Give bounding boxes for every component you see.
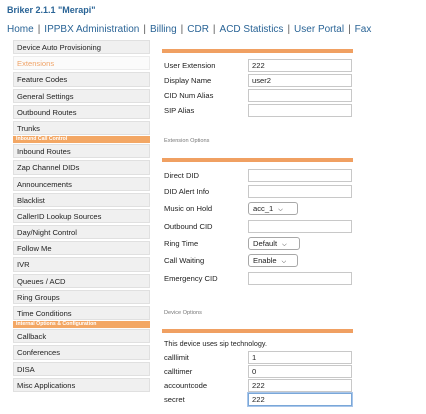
direct-did-input[interactable] xyxy=(248,169,352,182)
calltimer-row: calltimer 0 xyxy=(162,365,362,379)
extension-options-title: Extension Options xyxy=(164,138,210,144)
nav-separator: | xyxy=(37,24,41,35)
sidebar-item-queues-acd[interactable]: Queues / ACD xyxy=(13,273,150,288)
accountcode-input[interactable]: 222 xyxy=(248,379,352,392)
did-alert-info-row: DID Alert Info xyxy=(162,185,362,199)
nav-separator: | xyxy=(287,24,291,35)
section-divider xyxy=(162,329,353,333)
chevron-down-icon: ⌵ xyxy=(281,259,287,265)
sidebar-section-header: Internal Options & Configuration xyxy=(13,321,150,329)
ring-time-value: Default xyxy=(253,239,278,248)
ring-time-select[interactable]: Default ⌵ xyxy=(248,237,300,250)
sidebar-item-disa[interactable]: DISA xyxy=(13,361,150,376)
sidebar-item-ivr[interactable]: IVR xyxy=(13,257,150,272)
cid-num-alias-row: CID Num Alias xyxy=(162,89,362,103)
emergency-cid-row: Emergency CID xyxy=(162,272,362,286)
app-title: Briker 2.1.1 "Merapi" xyxy=(7,5,96,15)
sidebar-item-conferences[interactable]: Conferences xyxy=(13,345,150,360)
secret-row: secret 222 xyxy=(162,393,362,407)
chevron-down-icon: ⌵ xyxy=(278,207,283,213)
nav-fax[interactable]: Fax xyxy=(355,24,372,35)
call-waiting-row: Call Waiting Enable ⌵ xyxy=(162,254,362,268)
device-options-title: Device Options xyxy=(164,310,202,316)
nav-separator: | xyxy=(348,24,351,35)
outbound-cid-row: Outbound CID xyxy=(162,220,362,234)
sidebar-item-outbound-routes[interactable]: Outbound Routes xyxy=(13,104,150,119)
music-on-hold-label: Music on Hold xyxy=(164,204,213,213)
sidebar-item-announcements[interactable]: Announcements xyxy=(13,176,150,191)
nav-separator: | xyxy=(180,24,184,35)
nav-user-portal[interactable]: User Portal xyxy=(294,24,344,35)
emergency-cid-label: Emergency CID xyxy=(164,274,218,283)
call-waiting-value: Enable xyxy=(253,256,277,265)
cid-num-alias-label: CID Num Alias xyxy=(164,91,214,100)
call-waiting-select[interactable]: Enable ⌵ xyxy=(248,254,298,267)
user-extension-label: User Extension xyxy=(164,61,216,70)
top-navigation: Home | IPPBX Administration | Billing | CDR | AC… xyxy=(7,24,426,35)
display-name-row: Display Name user2 xyxy=(162,74,362,88)
calltimer-label: calltimer xyxy=(164,367,193,376)
section-divider xyxy=(162,158,353,162)
user-extension-input[interactable]: 222 xyxy=(248,59,352,72)
sip-alias-label: SIP Alias xyxy=(164,106,195,115)
nav-cdr[interactable]: CDR xyxy=(187,24,209,35)
calltimer-input[interactable]: 0 xyxy=(248,365,352,378)
secret-input[interactable]: 222 xyxy=(248,393,352,406)
sidebar-item-blacklist[interactable]: Blacklist xyxy=(13,192,150,207)
nav-billing[interactable]: Billing xyxy=(150,24,177,35)
music-on-hold-row: Music on Hold acc_1 ⌵ xyxy=(162,202,362,216)
nav-home[interactable]: Home xyxy=(7,24,34,35)
sidebar-item-device-auto-provisioning[interactable]: Device Auto Provisioning xyxy=(13,40,150,55)
sidebar-item-follow-me[interactable]: Follow Me xyxy=(13,241,150,256)
did-alert-info-input[interactable] xyxy=(248,185,352,198)
sidebar-item-day-night-control[interactable]: Day/Night Control xyxy=(13,225,150,240)
sidebar-item-inbound-routes[interactable]: Inbound Routes xyxy=(13,144,150,159)
music-on-hold-value: acc_1 xyxy=(253,204,274,213)
cid-num-alias-input[interactable] xyxy=(248,89,352,102)
sidebar-item-callback[interactable]: Callback xyxy=(13,329,150,344)
display-name-label: Display Name xyxy=(164,76,212,85)
ring-time-row: Ring Time Default ⌵ xyxy=(162,237,362,251)
display-name-input[interactable]: user2 xyxy=(248,74,352,87)
accountcode-label: accountcode xyxy=(164,381,208,390)
calllimit-input[interactable]: 1 xyxy=(248,351,352,364)
sidebar-item-general-settings[interactable]: General Settings xyxy=(13,88,150,103)
sidebar-item-trunks[interactable]: Trunks xyxy=(13,120,150,136)
sidebar-item-zap-channel-dids[interactable]: Zap Channel DIDs xyxy=(13,160,150,175)
did-alert-info-label: DID Alert Info xyxy=(164,187,210,196)
direct-did-label: Direct DID xyxy=(164,171,200,180)
sip-alias-row: SIP Alias xyxy=(162,104,362,118)
outbound-cid-label: Outbound CID xyxy=(164,222,213,231)
sidebar-item-time-conditions[interactable]: Time Conditions xyxy=(13,306,150,321)
sidebar-item-feature-codes[interactable]: Feature Codes xyxy=(13,72,150,87)
music-on-hold-select[interactable]: acc_1 ⌵ xyxy=(248,202,298,215)
device-technology-note: This device uses sip technology. xyxy=(164,339,267,348)
sidebar-item-callerid-lookup-sources[interactable]: CallerID Lookup Sources xyxy=(13,208,150,224)
sidebar-item-extensions[interactable]: Extensions xyxy=(13,56,150,71)
sidebar-item-ring-groups[interactable]: Ring Groups xyxy=(13,289,150,304)
sidebar-section-header: Inbound Call Control xyxy=(13,136,150,144)
nav-ippbx-administration[interactable]: IPPBX Administration xyxy=(44,24,139,35)
nav-separator: | xyxy=(212,24,216,35)
outbound-cid-input[interactable] xyxy=(248,220,352,233)
section-divider xyxy=(162,49,353,53)
chevron-down-icon: ⌵ xyxy=(282,242,287,248)
sidebar: Device Auto Provisioning Extensions Feat… xyxy=(13,40,150,394)
secret-label: secret xyxy=(164,395,185,404)
calllimit-row: calllimit 1 xyxy=(162,351,362,365)
emergency-cid-input[interactable] xyxy=(248,272,352,285)
user-extension-row: User Extension 222 xyxy=(162,59,362,73)
sidebar-item-misc-applications[interactable]: Misc Applications xyxy=(13,377,150,392)
direct-did-row: Direct DID xyxy=(162,169,362,183)
accountcode-row: accountcode 222 xyxy=(162,379,362,393)
calllimit-label: calllimit xyxy=(164,353,189,362)
nav-separator: | xyxy=(143,24,146,35)
call-waiting-label: Call Waiting xyxy=(164,256,205,265)
nav-acd-statistics[interactable]: ACD Statistics xyxy=(220,24,284,35)
sip-alias-input[interactable] xyxy=(248,104,352,117)
ring-time-label: Ring Time xyxy=(164,239,199,248)
